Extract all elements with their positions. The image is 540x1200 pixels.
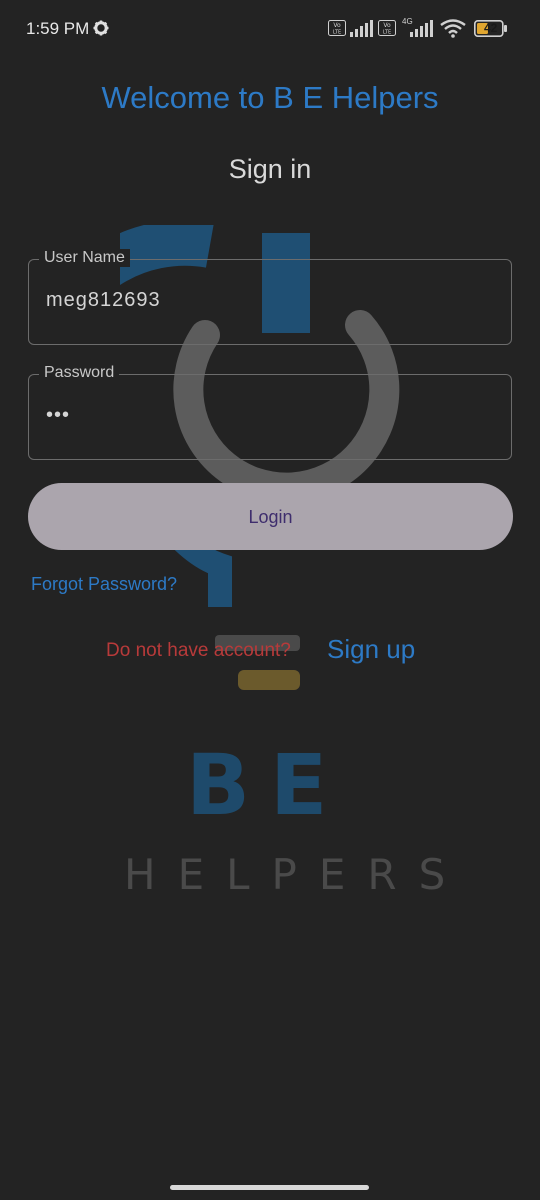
svg-text:LTE: LTE [333,30,341,36]
svg-text:Vo: Vo [333,22,341,29]
forgot-password-link[interactable]: Forgot Password? [31,574,177,595]
sign-in-screen: 1:59 PM Vo LTE Vo LTE 4G 42 BE HELPERS W… [0,0,540,1200]
signal-icon [350,20,373,37]
password-input[interactable] [44,403,488,428]
logo-be-text: BE [186,736,348,834]
gear-icon [93,20,109,36]
username-field[interactable]: User Name [28,249,512,345]
no-account-text: Do not have account? [106,640,291,661]
username-label: User Name [39,249,130,267]
gesture-nav-handle[interactable] [170,1185,369,1190]
login-button[interactable]: Login [28,483,513,550]
status-bar: 1:59 PM Vo LTE Vo LTE 4G 42 [0,0,540,58]
page-title: Sign in [228,154,312,184]
battery-level: 42 [484,21,498,35]
volte-icon: Vo LTE [328,20,346,36]
svg-text:LTE: LTE [383,30,391,36]
password-field[interactable]: Password [28,364,512,460]
welcome-title: Welcome to B E Helpers [101,80,439,115]
volte-icon: Vo LTE [378,20,396,36]
signal-icon [410,20,433,37]
status-time: 1:59 PM [26,19,90,38]
svg-text:Vo: Vo [383,22,391,29]
sign-up-link[interactable]: Sign up [327,634,415,665]
password-label: Password [39,364,120,382]
wifi-icon [440,19,466,38]
logo-helpers-text: HELPERS [124,850,468,899]
username-input[interactable] [44,288,488,313]
